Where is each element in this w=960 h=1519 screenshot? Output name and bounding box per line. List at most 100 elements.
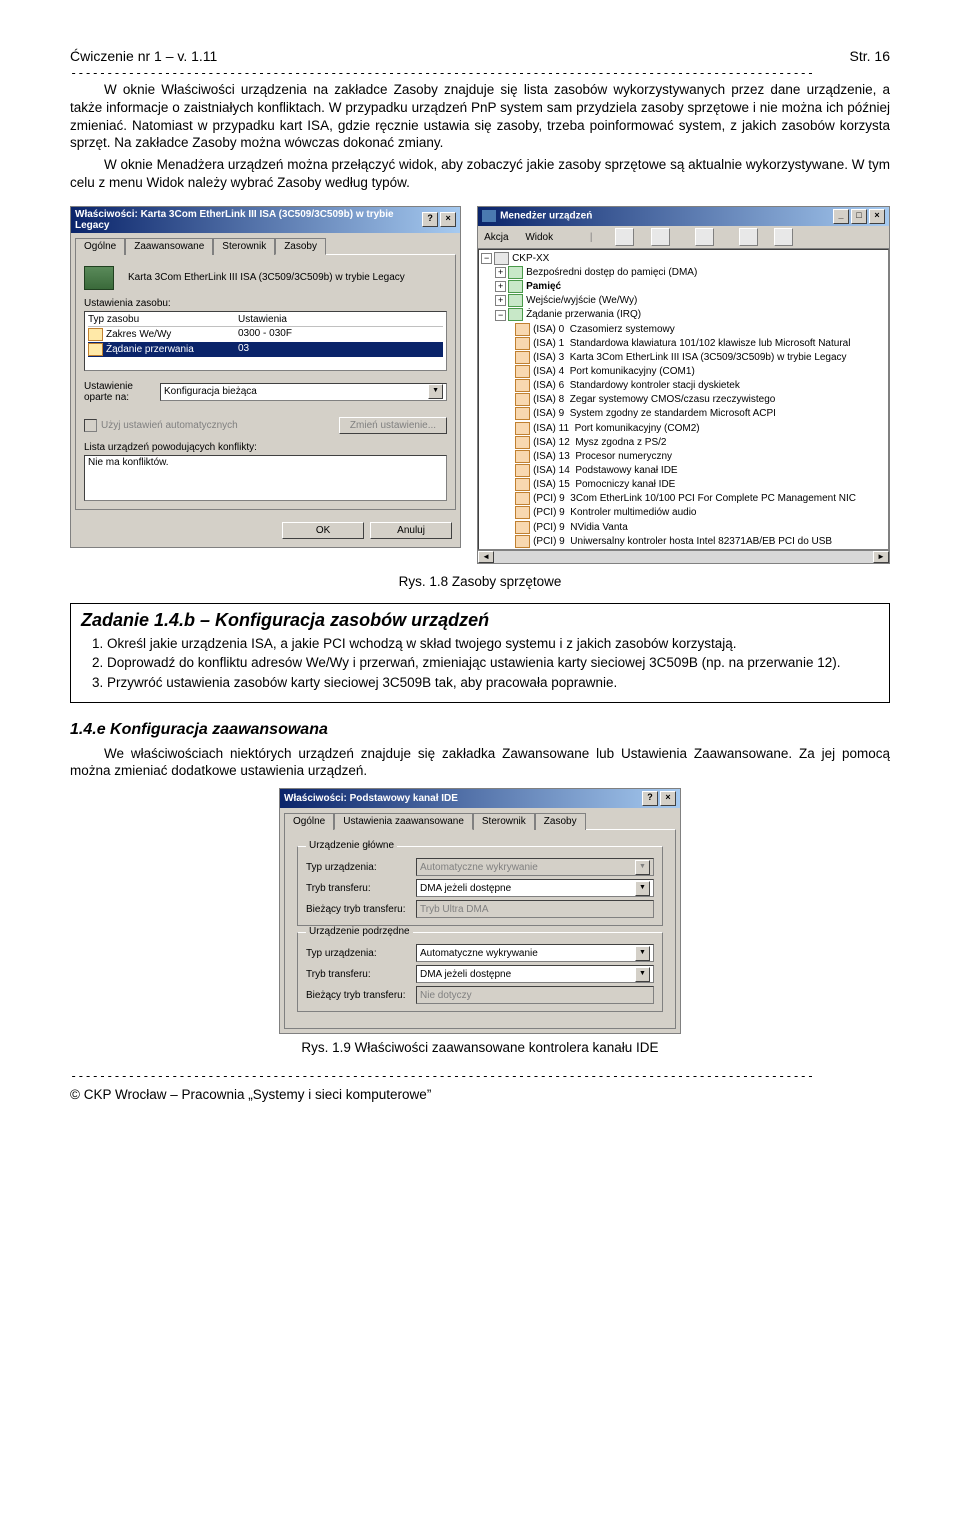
paragraph-3: We właściwościach niektórych urządzeń zn… (70, 745, 890, 781)
tree-mem[interactable]: Pamięć (526, 281, 561, 292)
tree-irq-item[interactable]: (ISA) 15 Pomocniczy kanał IDE (515, 478, 886, 492)
close-icon[interactable]: × (869, 209, 885, 224)
chevron-down-icon[interactable]: ▼ (428, 384, 443, 399)
header-right: Str. 16 (850, 48, 890, 64)
auto-checkbox (84, 419, 97, 432)
figure-caption-1: Rys. 1.8 Zasoby sprzętowe (70, 574, 890, 589)
chevron-down-icon: ▼ (635, 860, 650, 875)
close-icon[interactable]: × (440, 212, 456, 227)
help-icon[interactable]: ? (422, 212, 438, 227)
tree-irq-item[interactable]: (ISA) 6 Standardowy kontroler stacji dys… (515, 379, 886, 393)
chevron-down-icon[interactable]: ▼ (635, 946, 650, 961)
device-icon (515, 407, 530, 420)
adv-tab-advanced[interactable]: Ustawienia zaawansowane (334, 813, 473, 830)
toolbar-tree-icon[interactable] (695, 228, 714, 246)
device-icon (515, 422, 530, 435)
task-item-2: Doprowadź do konfliktu adresów We/Wy i p… (107, 654, 879, 672)
f2-type-value[interactable]: Automatyczne wykrywanie (420, 948, 538, 959)
res-row1-val: 0300 - 030F (238, 328, 292, 341)
tree-irq-item[interactable]: (ISA) 8 Zegar systemowy CMOS/czasu rzecz… (515, 393, 886, 407)
device-icon (515, 464, 530, 477)
props-title: Właściwości: Karta 3Com EtherLink III IS… (75, 209, 422, 231)
device-icon (515, 365, 530, 378)
tree-irq-item[interactable]: (ISA) 9 System zgodny ze standardem Micr… (515, 407, 886, 421)
minimize-icon[interactable]: _ (833, 209, 849, 224)
tab-resources[interactable]: Zasoby (275, 238, 326, 255)
network-card-icon (84, 266, 114, 290)
res-row2-type: Żądanie przerwania (106, 344, 194, 355)
ok-button[interactable]: OK (282, 522, 364, 539)
irq-folder-icon (508, 308, 523, 321)
change-setting-button[interactable]: Zmień ustawienie... (339, 417, 447, 434)
chevron-down-icon[interactable]: ▼ (635, 967, 650, 982)
f-transfer-label: Tryb transferu: (306, 883, 416, 894)
tab-advanced[interactable]: Zaawansowane (125, 238, 213, 255)
cancel-button[interactable]: Anuluj (370, 522, 452, 539)
device-icon (515, 506, 530, 519)
hscrollbar[interactable]: ◄► (478, 550, 889, 563)
task-item-3: Przywróć ustawienia zasobów karty siecio… (107, 674, 879, 692)
devmgr-icon (482, 210, 496, 222)
tree-irq-item[interactable]: (PCI) 9 Uniwersalny kontroler hosta Inte… (515, 535, 886, 549)
conflicts-list: Nie ma konfliktów. (84, 455, 447, 501)
tree-dma[interactable]: Bezpośredni dostęp do pamięci (DMA) (526, 267, 697, 278)
task-title: Zadanie 1.4.b – Konfiguracja zasobów urz… (81, 610, 879, 631)
tree-io[interactable]: Wejście/wyjście (We/Wy) (526, 295, 637, 306)
adv-tab-resources[interactable]: Zasoby (535, 813, 586, 830)
help-icon[interactable]: ? (642, 791, 658, 806)
f2-transfer-value[interactable]: DMA jeżeli dostępne (420, 969, 511, 980)
device-icon (515, 492, 530, 505)
device-icon (515, 478, 530, 491)
tree-irq[interactable]: Żądanie przerwania (IRQ) (526, 310, 641, 321)
tree-irq-item[interactable]: (PCI) 9 Kontroler multimediów audio (515, 506, 886, 520)
tree-irq-item[interactable]: (ISA) 14 Podstawowy kanał IDE (515, 464, 886, 478)
divider: ----------------------------------------… (70, 1069, 890, 1083)
toolbar-props-icon[interactable] (774, 228, 793, 246)
adv-tab-general[interactable]: Ogólne (284, 813, 334, 830)
maximize-icon[interactable]: □ (851, 209, 867, 224)
resources-label: Ustawienia zasobu: (84, 298, 447, 309)
tree-irq-item[interactable]: (ISA) 4 Port komunikacyjny (COM1) (515, 365, 886, 379)
device-icon (515, 521, 530, 534)
paragraph-2: W oknie Menadżera urządzeń można przełąc… (70, 156, 890, 192)
device-icon (515, 535, 530, 548)
irq-icon (88, 343, 103, 356)
tree-irq-item[interactable]: (ISA) 13 Procesor numeryczny (515, 450, 886, 464)
tree-irq-item[interactable]: (ISA) 12 Mysz zgodna z PS/2 (515, 436, 886, 450)
menu-view[interactable]: Widok (525, 232, 553, 243)
col-type: Typ zasobu (88, 314, 238, 325)
adv-tab-driver[interactable]: Sterownik (473, 813, 535, 830)
dma-icon (508, 266, 523, 279)
io-icon (508, 294, 523, 307)
memory-icon (508, 280, 523, 293)
task-box: Zadanie 1.4.b – Konfiguracja zasobów urz… (70, 603, 890, 703)
device-icon (515, 323, 530, 336)
f2-current-label: Bieżący tryb transferu: (306, 990, 416, 1001)
base-value[interactable]: Konfiguracja bieżąca (164, 386, 257, 397)
tree-irq-item[interactable]: (ISA) 11 Port komunikacyjny (COM2) (515, 422, 886, 436)
f2-transfer-label: Tryb transferu: (306, 969, 416, 980)
col-settings: Ustawienia (238, 314, 287, 325)
toolbar-back-icon[interactable] (615, 228, 634, 246)
tab-general[interactable]: Ogólne (75, 238, 125, 255)
f2-current-value: Nie dotyczy (420, 990, 472, 1001)
tree-irq-item[interactable]: (ISA) 0 Czasomierz systemowy (515, 323, 886, 337)
f-transfer-value[interactable]: DMA jeżeli dostępne (420, 883, 511, 894)
menu-action[interactable]: Akcja (484, 232, 508, 243)
device-tree[interactable]: −CKP-XX +Bezpośredni dostęp do pamięci (… (478, 249, 889, 550)
f2-type-label: Typ urządzenia: (306, 948, 416, 959)
chevron-down-icon[interactable]: ▼ (635, 881, 650, 896)
tree-irq-item[interactable]: (ISA) 3 Karta 3Com EtherLink III ISA (3C… (515, 351, 886, 365)
tab-driver[interactable]: Sterownik (213, 238, 275, 255)
tree-irq-item[interactable]: (ISA) 1 Standardowa klawiatura 101/102 k… (515, 337, 886, 351)
close-icon[interactable]: × (660, 791, 676, 806)
footer: © CKP Wrocław – Pracownia „Systemy i sie… (70, 1087, 890, 1102)
toolbar-refresh-icon[interactable] (739, 228, 758, 246)
tree-irq-item[interactable]: (PCI) 9 3Com EtherLink 10/100 PCI For Co… (515, 492, 886, 506)
tree-irq-item[interactable]: (PCI) 9 NVidia Vanta (515, 521, 886, 535)
base-label: Ustawienie oparte na: (84, 381, 154, 403)
device-name: Karta 3Com EtherLink III ISA (3C509/3C50… (128, 272, 405, 283)
device-manager-window: Menedżer urządzeń _ □ × Akcja Widok | −C… (477, 206, 890, 564)
advanced-properties-window: Właściwości: Podstawowy kanał IDE ? × Og… (279, 788, 681, 1034)
toolbar-fwd-icon[interactable] (651, 228, 670, 246)
